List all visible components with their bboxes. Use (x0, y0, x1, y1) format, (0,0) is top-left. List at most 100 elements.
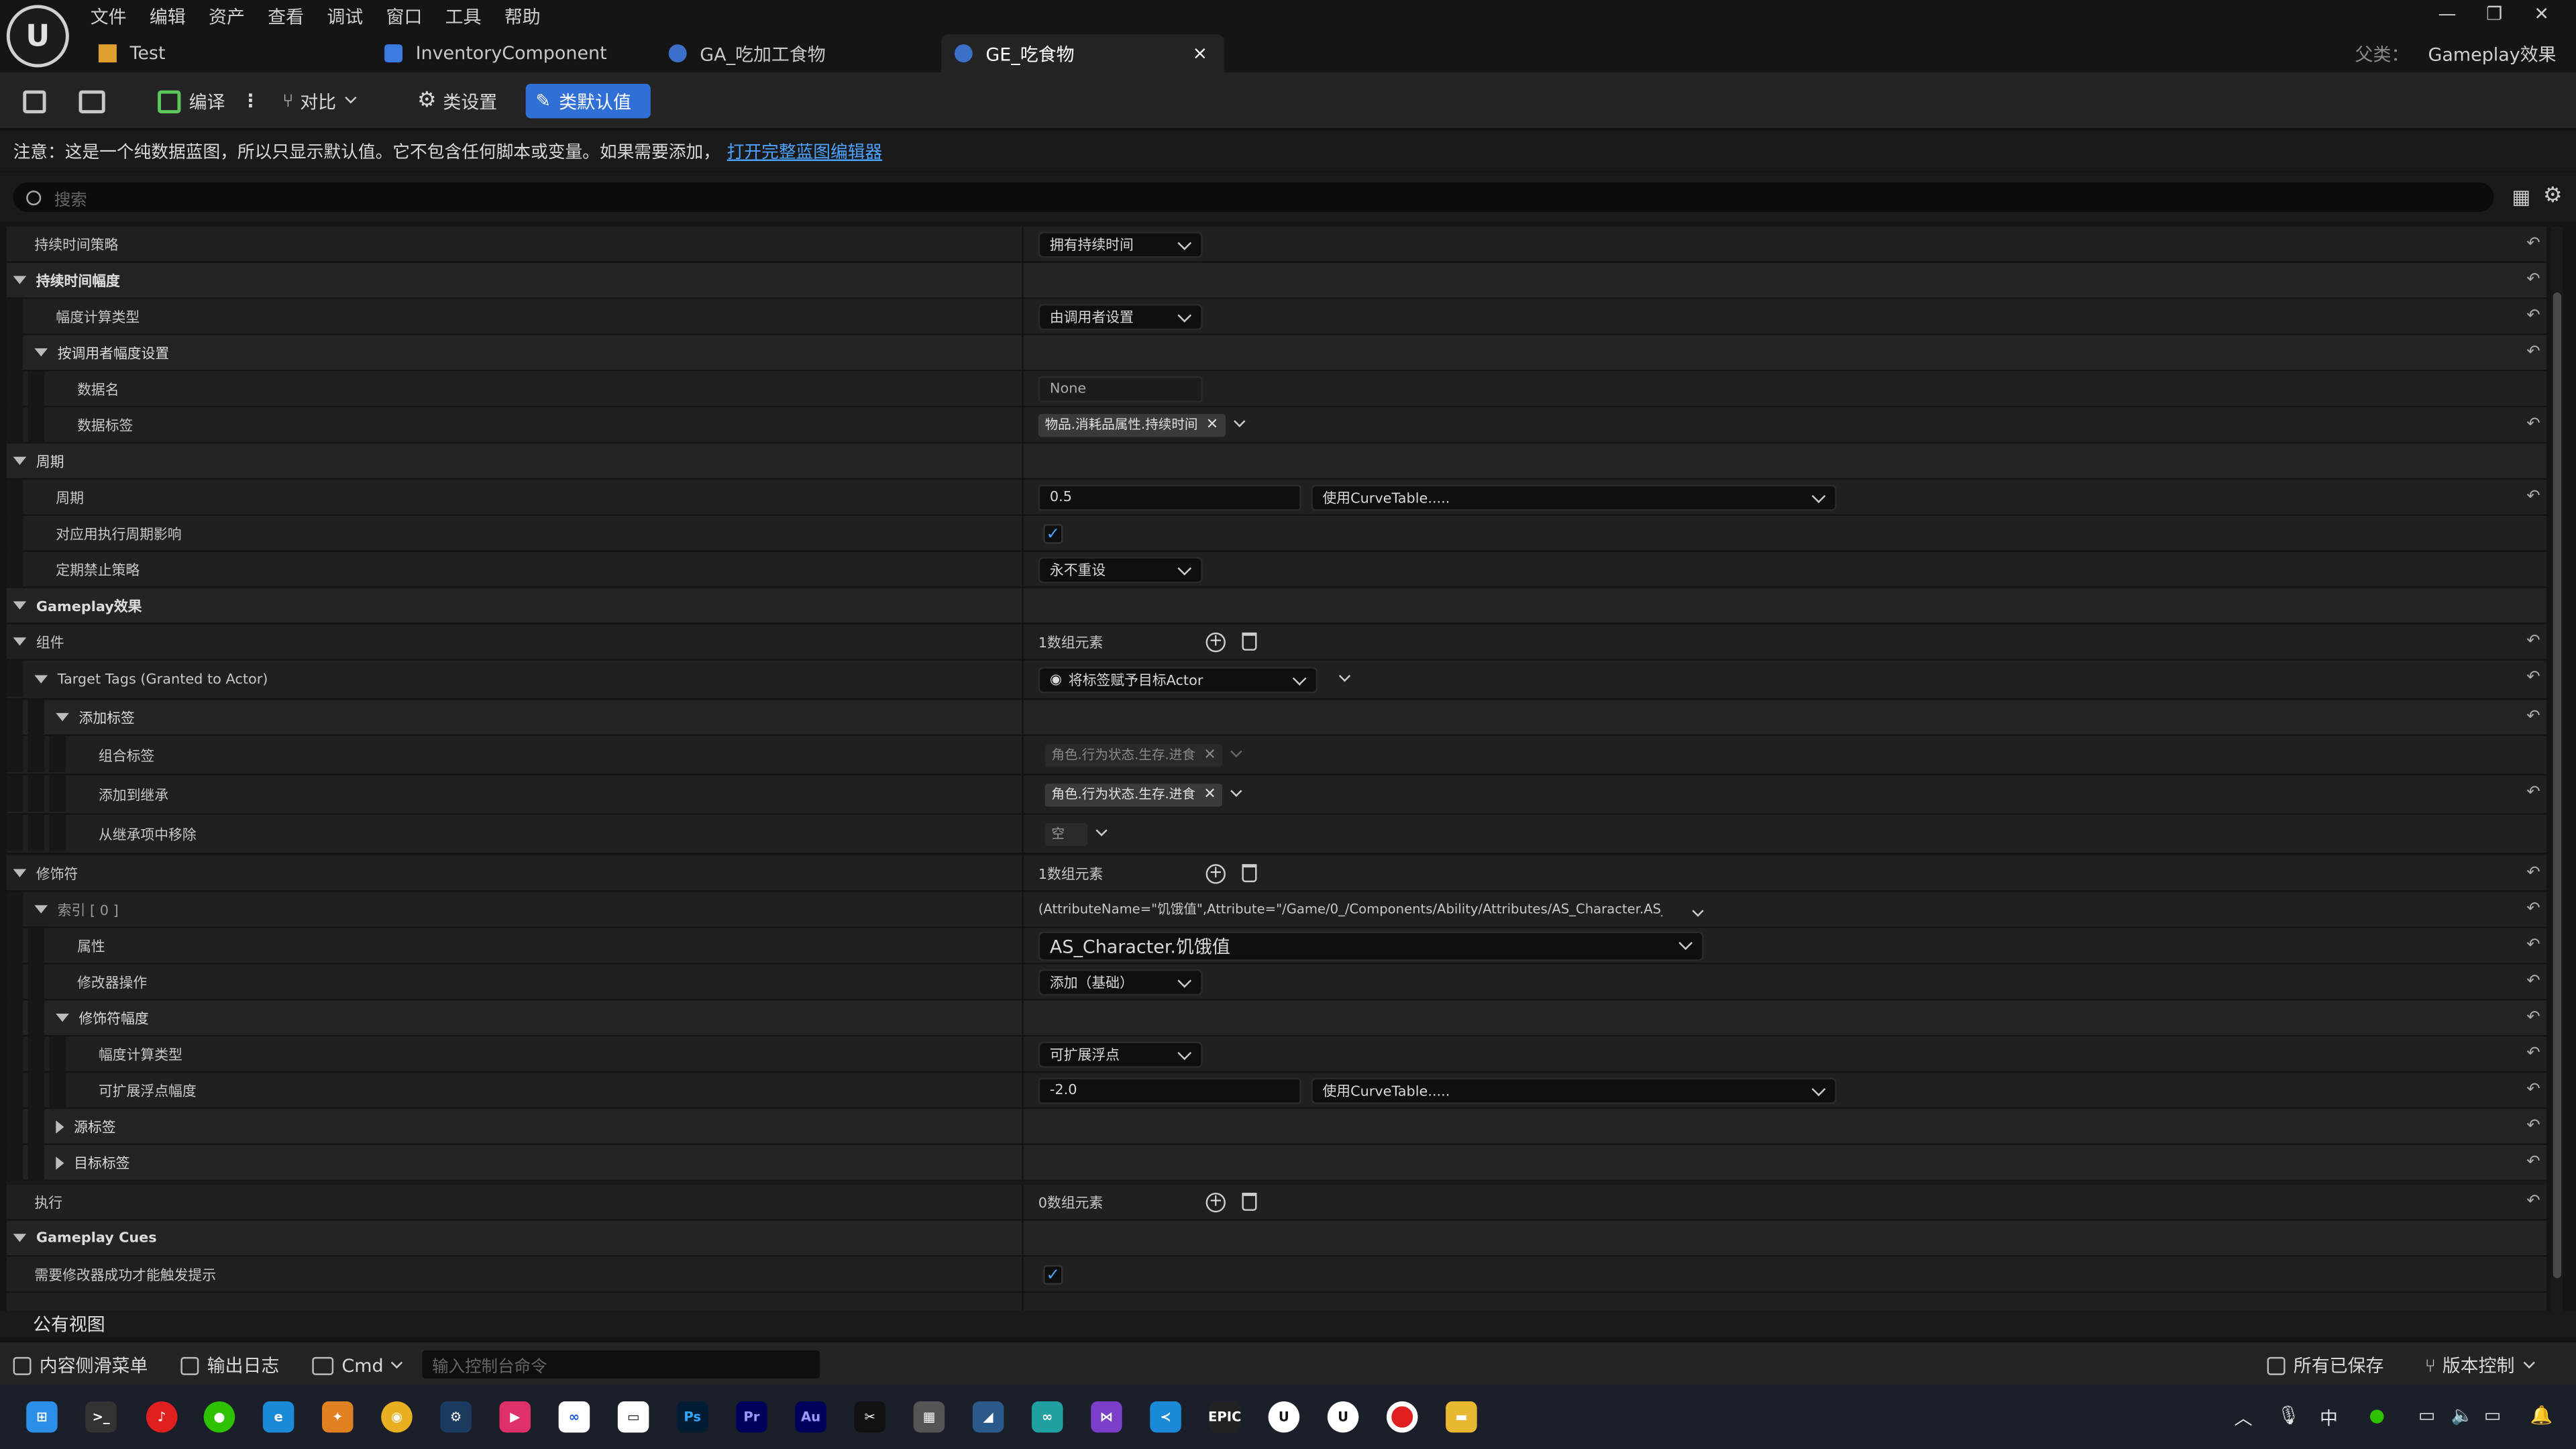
premiere-icon[interactable]: Pr (736, 1401, 767, 1433)
mod-calc-type-dropdown[interactable]: 可扩展浮点 (1038, 1040, 1203, 1067)
reset-icon[interactable]: ↶ (2524, 1153, 2543, 1173)
all-saved-button[interactable]: 所有已保存 (2267, 1350, 2383, 1380)
period-curve-dropdown[interactable]: 使用CurveTable..... (1311, 484, 1837, 511)
start-icon[interactable]: ⊞ (26, 1401, 58, 1433)
volume-icon[interactable]: 🔈 (2451, 1405, 2474, 1426)
close-icon[interactable]: ✕ (2520, 3, 2563, 25)
network-icon[interactable]: ▭ (2418, 1405, 2435, 1426)
parent-class-link[interactable]: Gameplay效果 (2428, 44, 2557, 66)
reset-icon[interactable]: ↶ (2524, 271, 2543, 290)
ime-indicator[interactable]: 中 (2320, 1405, 2338, 1431)
chevron-down-icon[interactable] (1233, 415, 1245, 427)
menu-debug[interactable]: 调试 (327, 3, 363, 30)
tab-inventory-component[interactable]: InventoryComponent (371, 34, 650, 72)
chevron-down-icon[interactable] (1230, 785, 1242, 797)
table-view-icon[interactable]: ▦ (2512, 186, 2531, 209)
expand-arrow-icon[interactable] (34, 905, 48, 914)
remove-tag-icon[interactable]: ✕ (1203, 786, 1216, 802)
remove-tag-icon[interactable]: ✕ (1206, 417, 1218, 433)
empty-tag-chip[interactable]: 空 (1044, 822, 1088, 846)
source-control-button[interactable]: ⑂ 版本控制 (2425, 1350, 2542, 1380)
menu-window[interactable]: 窗口 (386, 3, 423, 30)
edge-icon[interactable]: e (262, 1401, 294, 1433)
add-element-icon[interactable]: + (1205, 631, 1226, 652)
app-tray-icon[interactable]: ● (2369, 1405, 2385, 1426)
row-duration-magnitude[interactable]: 持续时间幅度 ↶ (6, 262, 2546, 299)
data-name-field[interactable]: None (1038, 375, 1203, 402)
reset-icon[interactable]: ↶ (2524, 307, 2543, 327)
row-gameplay-cues-category[interactable]: Gameplay Cues (6, 1220, 2546, 1257)
visual-studio-icon[interactable]: ⋈ (1091, 1401, 1122, 1433)
unreal-icon[interactable]: U (1327, 1401, 1359, 1433)
added-tag-chip[interactable]: 角色.行为状态.生存.进食 ✕ (1044, 782, 1223, 806)
wechat-icon[interactable]: ● (203, 1401, 235, 1433)
app-icon[interactable]: ◢ (972, 1401, 1004, 1433)
periodic-inhibition-dropdown[interactable]: 永不重设 (1038, 555, 1203, 583)
scrollbar-thumb[interactable] (2553, 292, 2561, 1279)
row-modifier-magnitude[interactable]: 修饰符幅度 ↶ (6, 1000, 2546, 1037)
collapsed-arrow-icon[interactable] (56, 1155, 64, 1169)
row-target-tags[interactable]: 目标标签 ↶ (6, 1144, 2546, 1181)
netease-music-icon[interactable]: ♪ (146, 1401, 178, 1433)
expand-arrow-icon[interactable] (13, 637, 27, 646)
menu-edit[interactable]: 编辑 (150, 3, 186, 30)
modifier-op-dropdown[interactable]: 添加（基础） (1038, 968, 1203, 995)
reset-icon[interactable]: ↶ (2524, 488, 2543, 507)
class-settings-button[interactable]: ⚙ 类设置 (407, 84, 507, 118)
reset-icon[interactable]: ↶ (2524, 633, 2543, 652)
capcut-icon[interactable]: ✂ (854, 1401, 886, 1433)
meta-icon[interactable]: ∞ (558, 1401, 590, 1433)
reset-icon[interactable]: ↶ (2524, 1045, 2543, 1065)
open-full-editor-link[interactable]: 打开完整蓝图编辑器 (727, 143, 882, 162)
save-button[interactable] (13, 84, 64, 118)
trash-icon[interactable] (1242, 632, 1257, 651)
require-modifier-success-checkbox[interactable]: ✓ (1043, 1264, 1063, 1284)
period-field[interactable]: 0.5 (1038, 484, 1301, 511)
reset-icon[interactable]: ↶ (2524, 936, 2543, 956)
menu-file[interactable]: 文件 (91, 3, 127, 30)
data-tag-chip[interactable]: 物品.消耗品属性.持续时间 ✕ (1038, 413, 1226, 437)
epic-games-icon[interactable]: EPIC (1208, 1401, 1241, 1433)
unreal-logo-icon[interactable]: U (6, 5, 69, 68)
reset-icon[interactable]: ↶ (2524, 708, 2543, 728)
search-input[interactable]: 搜索 (13, 182, 2494, 212)
chevron-down-icon[interactable] (1095, 824, 1108, 837)
expand-arrow-icon[interactable] (13, 276, 27, 284)
reset-icon[interactable]: ↶ (2524, 343, 2543, 363)
public-view-label[interactable]: 公有视图 (33, 1314, 105, 1336)
trash-icon[interactable] (1242, 1192, 1257, 1211)
cmd-dropdown[interactable]: Cmd (312, 1350, 411, 1380)
reset-icon[interactable]: ↶ (2524, 416, 2543, 435)
class-defaults-button[interactable]: ✎ 类默认值 (525, 83, 651, 119)
magnitude-calc-type-dropdown[interactable]: 由调用者设置 (1038, 303, 1203, 330)
expand-arrow-icon[interactable] (56, 712, 69, 722)
restore-icon[interactable]: ❐ (2473, 3, 2516, 25)
app-icon[interactable]: ✦ (322, 1401, 354, 1433)
expand-arrow-icon[interactable] (13, 869, 27, 877)
collapsed-arrow-icon[interactable] (56, 1119, 64, 1133)
menu-tools[interactable]: 工具 (445, 3, 482, 30)
output-log-button[interactable]: 输出日志 (180, 1350, 279, 1380)
row-source-tags[interactable]: 源标签 ↶ (6, 1109, 2546, 1145)
close-tab-icon[interactable]: × (1192, 43, 1208, 64)
attribute-dropdown[interactable]: AS_Character.饥饿值 (1038, 930, 1704, 961)
reset-icon[interactable]: ↶ (2524, 973, 2543, 992)
reset-icon[interactable]: ↶ (2524, 900, 2543, 920)
expand-arrow-icon[interactable] (13, 601, 27, 610)
steam-icon[interactable]: ⚙ (440, 1401, 472, 1433)
expand-arrow-icon[interactable] (34, 675, 48, 684)
tab-test[interactable]: Test (85, 34, 364, 72)
chrome-icon[interactable]: ◉ (381, 1401, 413, 1433)
target-tags-component-dropdown[interactable]: ◉ 将标签赋予目标Actor (1038, 666, 1318, 693)
tab-ge-eat-food[interactable]: GE_吃食物 × (941, 34, 1224, 72)
reset-icon[interactable]: ↶ (2524, 669, 2543, 688)
scalable-float-curve-dropdown[interactable]: 使用CurveTable..... (1311, 1077, 1837, 1104)
app-icon[interactable]: ∞ (1031, 1401, 1063, 1433)
reset-icon[interactable]: ↶ (2524, 784, 2543, 803)
diff-button[interactable]: ⑂ 对比 (273, 84, 374, 118)
unreal-icon[interactable]: U (1268, 1401, 1300, 1433)
chevron-down-icon[interactable] (1692, 905, 1704, 917)
microphone-icon[interactable]: 🎙 (2277, 1405, 2300, 1426)
row-add-tags[interactable]: 添加标签 ↶ (6, 700, 2546, 737)
browse-button[interactable] (69, 84, 123, 118)
